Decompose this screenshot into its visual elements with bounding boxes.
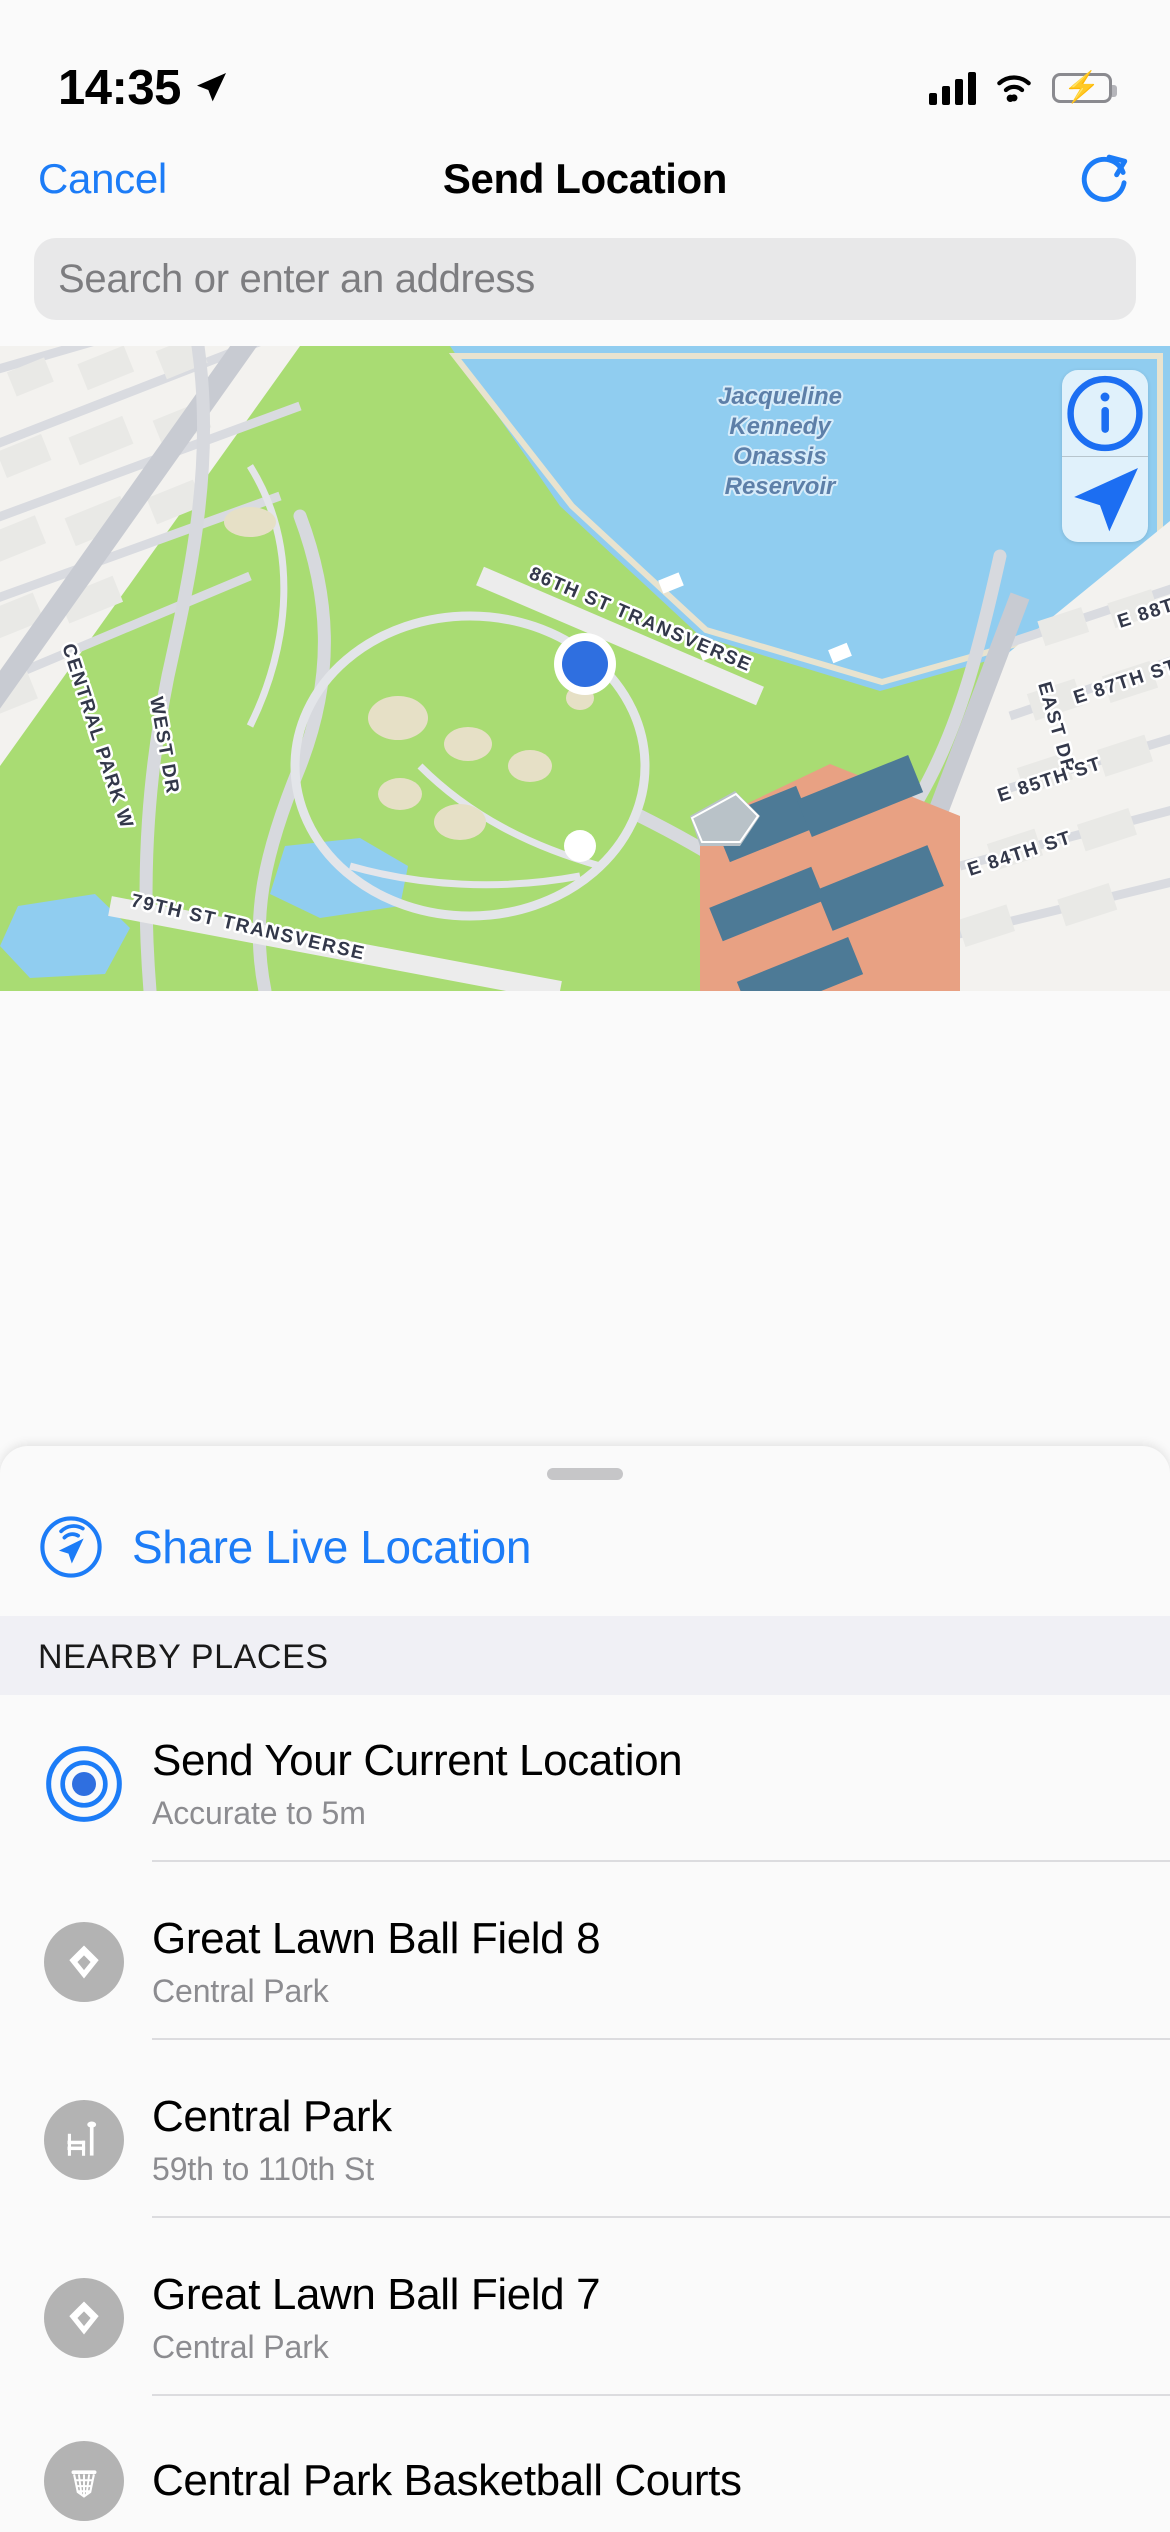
list-item[interactable]: Central Park 59th to 110th St xyxy=(0,2051,1170,2229)
search-field[interactable] xyxy=(34,238,1136,320)
list-item-title: Great Lawn Ball Field 8 xyxy=(152,1913,601,1963)
svg-text:Onassis: Onassis xyxy=(733,443,826,470)
battery-charging-icon: ⚡ xyxy=(1052,73,1117,103)
map-view[interactable]: .slbl{font-family:"Liberation Sans",sans… xyxy=(0,346,1170,991)
status-bar-left: 14:35 xyxy=(58,60,231,116)
svg-text:Kennedy: Kennedy xyxy=(729,413,832,440)
location-arrow-icon xyxy=(196,73,226,102)
svg-text:Reservoir: Reservoir xyxy=(725,473,837,500)
cellular-bars-icon xyxy=(929,71,976,105)
baseball-diamond-icon xyxy=(38,1922,130,2002)
list-item-title: Send Your Current Location xyxy=(152,1735,683,1785)
baseball-diamond-icon xyxy=(38,2278,130,2358)
separator xyxy=(152,2216,1170,2219)
list-item-title: Central Park xyxy=(152,2091,392,2141)
status-bar: 14:35 ⚡ xyxy=(0,0,1170,132)
nearby-places-header: NEARBY PLACES xyxy=(0,1616,1170,1695)
map-locate-button[interactable] xyxy=(1062,456,1148,542)
blue-location-dot xyxy=(554,633,616,695)
list-item-text: Send Your Current Location Accurate to 5… xyxy=(130,1706,1170,1863)
sheet-grabber[interactable] xyxy=(547,1468,623,1480)
list-item-title: Central Park Basketball Courts xyxy=(152,2456,742,2506)
search-container xyxy=(0,226,1170,346)
share-live-location-button[interactable]: Share Live Location xyxy=(0,1480,1170,1616)
list-item-subtitle: Central Park xyxy=(152,1973,329,2010)
list-item[interactable]: Send Your Current Location Accurate to 5… xyxy=(0,1695,1170,1873)
park-bench-icon xyxy=(38,2100,130,2180)
map-canvas: .slbl{font-family:"Liberation Sans",sans… xyxy=(0,346,1170,991)
refresh-button[interactable] xyxy=(1076,151,1132,207)
list-item[interactable]: Great Lawn Ball Field 8 Central Park xyxy=(0,1873,1170,2051)
list-item-subtitle: Accurate to 5m xyxy=(152,1795,366,1832)
bottom-sheet: Share Live Location NEARBY PLACES Send Y… xyxy=(0,1446,1170,2532)
live-location-broadcast-icon xyxy=(40,1516,102,1578)
separator xyxy=(152,2394,1170,2397)
basketball-hoop-icon xyxy=(38,2441,130,2521)
cancel-button[interactable]: Cancel xyxy=(38,155,167,203)
navigation-arrow-icon xyxy=(1074,467,1138,532)
page-title: Send Location xyxy=(442,155,728,202)
list-item[interactable]: Central Park Basketball Courts xyxy=(0,2407,1170,2532)
clock: 14:35 xyxy=(58,61,181,115)
list-item-title: Great Lawn Ball Field 7 xyxy=(152,2269,601,2319)
list-item-text: Central Park Basketball Courts xyxy=(130,2426,1170,2532)
list-item-subtitle: Central Park xyxy=(152,2329,329,2366)
list-item-subtitle: 59th to 110th St xyxy=(152,2151,374,2188)
share-live-location-label: Share Live Location xyxy=(132,1521,532,1573)
list-item[interactable]: Great Lawn Ball Field 7 Central Park xyxy=(0,2229,1170,2407)
list-item-text: Great Lawn Ball Field 8 Central Park xyxy=(130,1884,1170,2041)
list-item-text: Central Park 59th to 110th St xyxy=(130,2062,1170,2219)
nearby-places-list: Send Your Current Location Accurate to 5… xyxy=(0,1695,1170,2532)
current-location-target-icon xyxy=(38,1744,130,1824)
search-input[interactable] xyxy=(58,256,1112,302)
wifi-icon xyxy=(997,75,1031,102)
separator xyxy=(152,1860,1170,1863)
navigation-bar: Cancel Send Location xyxy=(0,132,1170,226)
map-controls xyxy=(1062,370,1148,542)
separator xyxy=(152,2038,1170,2041)
status-bar-right: ⚡ xyxy=(929,71,1117,105)
svg-text:Jacqueline: Jacqueline xyxy=(718,383,842,410)
list-item-text: Great Lawn Ball Field 7 Central Park xyxy=(130,2240,1170,2397)
